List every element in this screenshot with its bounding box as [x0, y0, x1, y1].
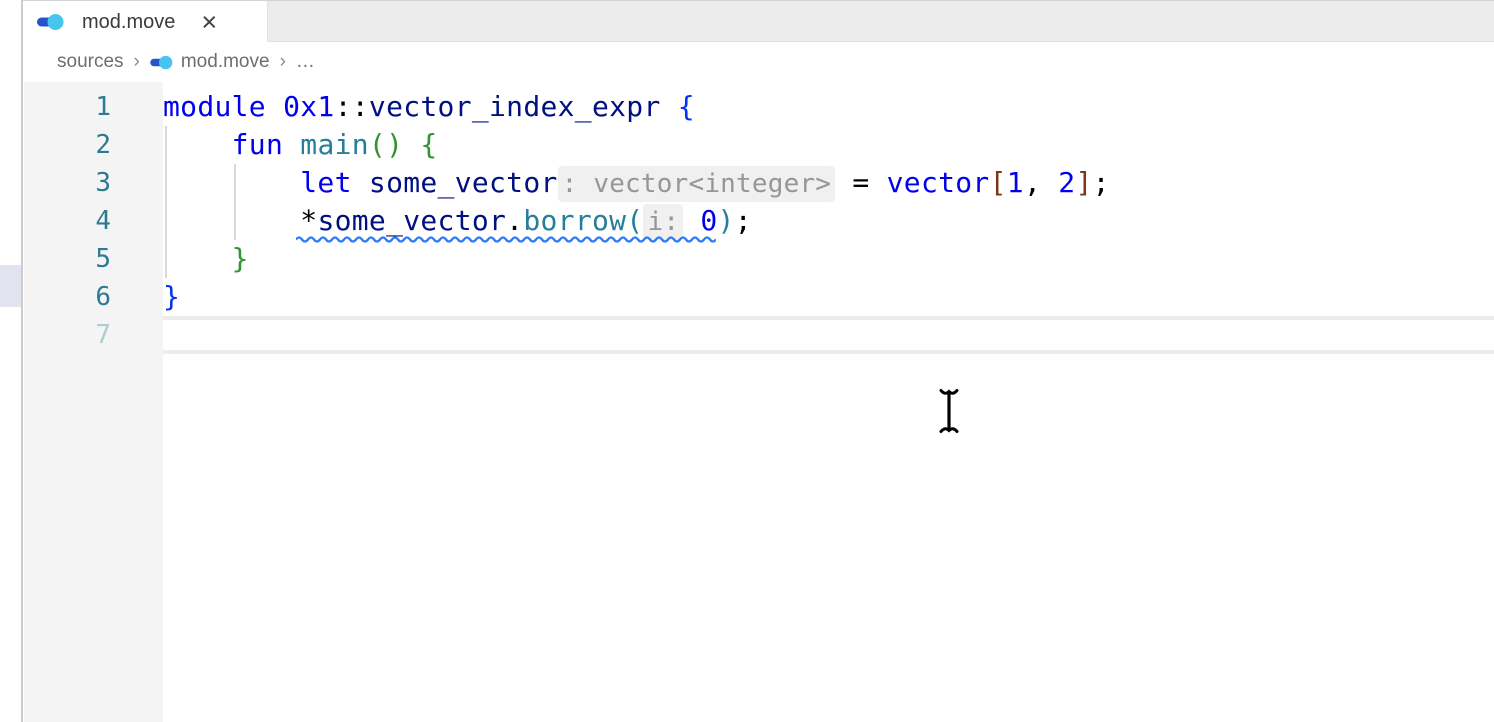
- code-token: [683, 204, 700, 237]
- code-token: main: [300, 128, 369, 161]
- code-token: {: [678, 90, 695, 123]
- line-number: 1: [24, 88, 163, 126]
- code-token: }: [232, 242, 249, 275]
- gutter-numbers: 1234567: [24, 82, 163, 722]
- tab-label: mod.move: [82, 11, 175, 34]
- code-token: ,: [1024, 166, 1058, 199]
- code-token: .: [506, 204, 523, 237]
- code-line[interactable]: [163, 316, 1494, 354]
- code-token: fun: [232, 128, 301, 161]
- code-token: [163, 166, 300, 199]
- code-line[interactable]: let some_vector: vector<integer> = vecto…: [163, 164, 1494, 202]
- chevron-right-icon: ›: [134, 51, 140, 73]
- code-token: vector_index_expr: [369, 90, 661, 123]
- line-number: 2: [24, 126, 163, 164]
- code-token: (: [626, 204, 643, 237]
- line-number: 3: [24, 164, 163, 202]
- breadcrumb-item-file[interactable]: mod.move: [181, 51, 270, 73]
- code-token: ]: [1075, 166, 1092, 199]
- code-token: some_vector: [317, 204, 506, 237]
- line-number: 6: [24, 278, 163, 316]
- tab-bar: mod.move ×: [23, 0, 1494, 42]
- close-icon[interactable]: ×: [201, 9, 217, 36]
- breadcrumb-item-symbol[interactable]: …: [296, 51, 315, 73]
- code-token: [163, 128, 232, 161]
- code-token: [: [990, 166, 1007, 199]
- diagnostic-squiggle-info: [296, 235, 716, 244]
- editor-window: mod.move × sources › mod.move › … 123456…: [0, 0, 1494, 722]
- code-line[interactable]: module 0x1::vector_index_expr {: [163, 88, 1494, 126]
- code-token: 2: [1058, 166, 1075, 199]
- line-number: 7: [24, 316, 163, 354]
- tab-mod-move[interactable]: mod.move ×: [23, 1, 268, 43]
- code-token: [163, 204, 300, 237]
- code-token: ::: [335, 90, 369, 123]
- code-token: {: [420, 128, 437, 161]
- cropped-side-panel: [0, 0, 22, 722]
- code-token: module: [163, 90, 283, 123]
- code-token: [403, 128, 420, 161]
- inlay-hint: : vector<integer>: [558, 166, 836, 202]
- code-token: *: [300, 204, 317, 237]
- mouse-ibeam-cursor: [938, 387, 960, 435]
- code-token: }: [163, 280, 180, 313]
- move-lang-icon: [150, 55, 173, 70]
- code-token: [661, 90, 678, 123]
- line-number: 5: [24, 240, 163, 278]
- line-number: 4: [24, 202, 163, 240]
- code-token: let: [300, 166, 369, 199]
- code-line[interactable]: }: [163, 240, 1494, 278]
- code-token: =: [835, 166, 886, 199]
- code-token: ): [718, 204, 735, 237]
- code-lines: module 0x1::vector_index_expr { fun main…: [163, 88, 1494, 354]
- code-token: 0: [700, 204, 717, 237]
- chevron-right-icon: ›: [280, 51, 286, 73]
- code-line[interactable]: }: [163, 278, 1494, 316]
- code-token: [163, 242, 232, 275]
- code-token: ;: [1093, 166, 1110, 199]
- code-token: vector: [887, 166, 990, 199]
- code-token: ;: [735, 204, 752, 237]
- breadcrumb: sources › mod.move › …: [23, 42, 1494, 82]
- code-token: 1: [1007, 166, 1024, 199]
- code-editor[interactable]: 1234567 module 0x1::vector_index_expr { …: [23, 82, 1494, 722]
- breadcrumb-item-sources[interactable]: sources: [57, 51, 124, 73]
- code-token: 0x1: [283, 90, 334, 123]
- editor-content[interactable]: module 0x1::vector_index_expr { fun main…: [163, 82, 1494, 722]
- code-token: (): [369, 128, 403, 161]
- code-token: some_vector: [369, 166, 558, 199]
- move-lang-icon: [37, 13, 64, 31]
- code-token: borrow: [523, 204, 626, 237]
- scrollbar-fragment[interactable]: [0, 265, 21, 307]
- code-line[interactable]: fun main() {: [163, 126, 1494, 164]
